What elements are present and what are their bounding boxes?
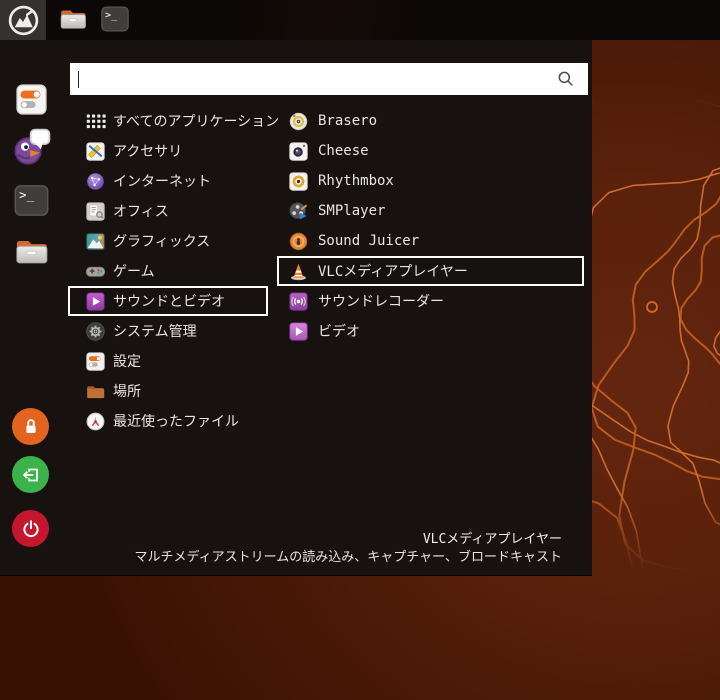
category-item-label: オフィス (113, 204, 169, 220)
terminal-icon: >_ (100, 4, 132, 36)
category-item-label: サウンドとビデオ (113, 294, 225, 310)
application-menu: >_ すべてのアプリケーション アクセサリインターネット オフィスグラフィックス ゲー… (0, 40, 592, 576)
games-icon (85, 261, 106, 282)
rhythmbox-icon (288, 171, 309, 192)
svg-text:>_: >_ (19, 188, 34, 202)
app-item-label: Brasero (318, 113, 378, 129)
category-item[interactable]: オフィス (68, 196, 268, 226)
category-item[interactable]: グラフィックス (68, 226, 268, 256)
category-item-label: 設定 (113, 354, 141, 370)
svg-text:>_: >_ (105, 10, 118, 21)
app-item-label: ビデオ (318, 324, 360, 340)
lock-screen-button[interactable] (12, 408, 49, 445)
app-item-label: サウンドレコーダー (318, 294, 444, 310)
category-item[interactable]: インターネット (68, 166, 268, 196)
sound-recorder-icon (288, 291, 309, 312)
category-item[interactable]: すべてのアプリケーション (68, 106, 279, 136)
desktop: >_ >_ すべてのアプリケーション アクセサリインターネット オフィスグラフィック… (0, 0, 720, 700)
app-item-label: SMPlayer (318, 203, 386, 219)
category-item-label: 最近使ったファイル (113, 414, 239, 430)
app-item[interactable]: SMPlayer (277, 196, 584, 226)
category-item-label: アクセサリ (113, 144, 183, 160)
app-item[interactable]: Cheese (277, 136, 584, 166)
accessories-icon (85, 141, 106, 162)
top-panel: >_ (0, 0, 720, 40)
category-item[interactable]: システム管理 (68, 316, 268, 346)
office-icon (85, 201, 106, 222)
lock-icon (20, 416, 42, 438)
internet-icon (85, 171, 106, 192)
sound-video-icon (85, 291, 106, 312)
system-admin-icon (85, 321, 106, 342)
vlc-icon (288, 261, 309, 282)
terminal-icon: >_ (13, 182, 50, 219)
app-item[interactable]: Sound Juicer (277, 226, 584, 256)
app-item[interactable]: Brasero (277, 106, 584, 136)
selection-info: VLCメディアプレイヤー マルチメディアストリームの読み込み、キャプチャー、ブロ… (135, 531, 562, 567)
smplayer-icon (288, 201, 309, 222)
search-icon (556, 69, 576, 89)
logout-icon (20, 464, 42, 486)
launcher-files[interactable] (58, 4, 90, 36)
places-icon (85, 381, 106, 402)
category-item-label: 場所 (113, 384, 141, 400)
favorite-pidgin[interactable] (11, 127, 52, 168)
app-item[interactable]: サウンドレコーダー (277, 286, 584, 316)
app-item[interactable]: Rhythmbox (277, 166, 584, 196)
favorite-files[interactable] (13, 233, 50, 270)
files-icon (58, 4, 90, 36)
category-item[interactable]: 場所 (68, 376, 268, 406)
sound-juicer-icon (288, 231, 309, 252)
category-item[interactable]: 設定 (68, 346, 268, 376)
category-item-label: グラフィックス (113, 234, 211, 250)
launcher-terminal[interactable]: >_ (100, 4, 132, 36)
favorite-terminal[interactable]: >_ (13, 182, 50, 219)
category-item[interactable]: ゲーム (68, 256, 268, 286)
category-item-label: インターネット (113, 174, 211, 190)
recent-files-icon (85, 411, 106, 432)
app-list: Brasero Cheese Rhythmbox SMPlayer Sound Juic… (277, 106, 584, 346)
category-item[interactable]: 最近使ったファイル (68, 406, 268, 436)
pidgin-icon (11, 127, 52, 168)
app-item-label: Rhythmbox (318, 173, 394, 189)
menu-button[interactable] (0, 0, 48, 40)
shutdown-button[interactable] (12, 510, 49, 547)
category-item[interactable]: サウンドとビデオ (68, 286, 268, 316)
selected-app-title: VLCメディアプレイヤー (422, 532, 562, 547)
cheese-icon (288, 141, 309, 162)
logout-button[interactable] (12, 456, 49, 493)
category-item-label: ゲーム (113, 264, 155, 280)
category-item-label: システム管理 (113, 324, 197, 340)
shutdown-icon (20, 518, 42, 540)
grid-icon (85, 111, 106, 132)
app-item-label: Sound Juicer (318, 233, 420, 249)
search-input[interactable] (79, 63, 556, 95)
category-item[interactable]: アクセサリ (68, 136, 268, 166)
brasero-icon (288, 111, 309, 132)
settings-icon (85, 351, 106, 372)
category-item-label: すべてのアプリケーション (113, 114, 280, 130)
files-icon (13, 233, 50, 270)
app-item-label: Cheese (318, 143, 369, 159)
app-item[interactable]: VLCメディアプレイヤー (277, 256, 584, 286)
app-item[interactable]: ビデオ (277, 316, 584, 346)
graphics-icon (85, 231, 106, 252)
selected-app-description: マルチメディアストリームの読み込み、キャプチャー、ブロードキャスト (134, 550, 562, 565)
videos-icon (288, 321, 309, 342)
distro-logo-icon (7, 4, 40, 37)
favorite-tweaks[interactable] (15, 83, 48, 116)
search-bar[interactable] (70, 63, 588, 95)
app-item-label: VLCメディアプレイヤー (318, 264, 468, 280)
tweaks-icon (15, 83, 48, 116)
category-list: すべてのアプリケーション アクセサリインターネット オフィスグラフィックス ゲームサウ… (68, 106, 279, 436)
